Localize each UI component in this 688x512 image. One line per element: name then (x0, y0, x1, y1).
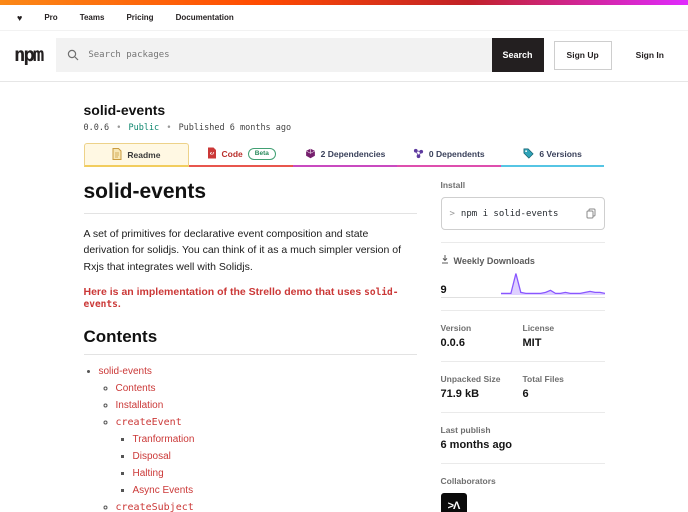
package-name: solid-events (83, 102, 166, 118)
tab-readme[interactable]: Readme (83, 143, 190, 167)
package-sidebar: Install > npm i solid-events Weekly Down… (440, 180, 605, 512)
weekly-downloads-row: 9 (440, 270, 605, 298)
last-publish-value: 6 months ago (440, 439, 513, 451)
toc-item: solid-events Contents Installation createEv… (99, 365, 417, 512)
toc-item: createSubjectcreateAsyncSubjectcreateSub… (116, 501, 417, 512)
toc-link[interactable]: solid-events (99, 366, 152, 377)
last-publish-label: Last publish (440, 425, 491, 435)
toc-link[interactable]: createEvent (116, 417, 182, 428)
search-input[interactable] (56, 38, 492, 72)
license-value: MIT (522, 337, 542, 349)
download-icon (441, 255, 449, 266)
toc-item: createEvent Tranformation Disposal Halting A… (116, 416, 417, 497)
sign-in-button[interactable]: Sign In (625, 40, 674, 70)
prompt-icon: > (449, 208, 455, 219)
npm-logo[interactable]: npm (14, 45, 44, 65)
install-label: Install (440, 180, 466, 190)
search-header: npm Search Sign Up Sign In (0, 31, 688, 82)
package-published: Published 6 months ago (178, 123, 292, 133)
install-command: npm i solid-events (460, 208, 559, 219)
weekly-downloads-value: 9 (440, 284, 447, 296)
package-visibility: Public (128, 123, 160, 133)
toc-item: Async Events (133, 484, 417, 497)
search-form: Search (56, 38, 544, 72)
heart-icon[interactable]: ♥ (17, 13, 22, 23)
toc-link[interactable]: Installation (116, 400, 164, 411)
downloads-sparkline-chart (500, 273, 605, 295)
top-nav: ♥ Pro Teams Pricing Documentation (0, 5, 688, 31)
nav-link-teams[interactable]: Teams (80, 13, 105, 22)
unpacked-size-value: 71.9 kB (440, 388, 480, 400)
readme-description: A set of primitives for declarative even… (83, 228, 402, 273)
table-of-contents: solid-events Contents Installation createEv… (84, 365, 417, 512)
version-value: 0.0.6 (440, 337, 465, 349)
dependencies-cube-icon (305, 148, 316, 161)
tab-code[interactable]: Code Beta (189, 143, 294, 167)
code-file-icon (207, 147, 217, 161)
toc-link[interactable]: Tranformation (133, 434, 195, 445)
toc-item: Contents (116, 382, 417, 395)
readme-file-icon (112, 147, 122, 162)
dependents-network-icon (413, 148, 424, 161)
sign-up-button[interactable]: Sign Up (553, 40, 612, 70)
toc-item: Disposal (133, 450, 417, 463)
versions-tag-icon (523, 148, 534, 161)
license-label: License (522, 323, 555, 333)
nav-link-pricing[interactable]: Pricing (126, 13, 153, 22)
package-version: 0.0.6 (83, 123, 110, 133)
toc-item: Installation (116, 399, 417, 412)
tab-dependencies[interactable]: 2 Dependencies (293, 143, 397, 167)
collaborators-label: Collaborators (440, 476, 496, 486)
toc-link[interactable]: Async Events (133, 485, 194, 496)
toc-link[interactable]: Disposal (133, 451, 171, 462)
toc-item: Halting (133, 467, 417, 480)
nav-link-documentation[interactable]: Documentation (176, 13, 234, 22)
toc-link[interactable]: Contents (116, 383, 156, 394)
weekly-downloads-label: Weekly Downloads (453, 255, 535, 266)
toc-link[interactable]: createSubject (116, 502, 194, 512)
total-files-value: 6 (522, 388, 529, 400)
search-icon (67, 48, 79, 66)
total-files-label: Total Files (522, 374, 564, 384)
contents-heading: Contents (83, 327, 417, 355)
unpacked-size-label: Unpacked Size (440, 374, 501, 384)
copy-icon[interactable] (586, 204, 596, 223)
install-command-box[interactable]: > npm i solid-events (440, 197, 605, 230)
toc-link[interactable]: Halting (133, 468, 164, 479)
nav-link-pro[interactable]: Pro (44, 13, 57, 22)
readme-pane: solid-events A set of primitives for dec… (83, 180, 417, 512)
readme-strello-link: Here is an implementation of the Strello… (83, 285, 399, 310)
search-button[interactable]: Search (491, 38, 544, 72)
tab-bar: Readme Code Beta 2 Dependencies 0 Depend… (83, 143, 605, 167)
strello-demo-link[interactable]: Here is an implementation of the Strello… (84, 286, 362, 298)
collaborator-avatar[interactable]: >Λ (440, 493, 467, 512)
tab-dependents[interactable]: 0 Dependents (396, 143, 501, 167)
readme-title: solid-events (83, 180, 417, 214)
beta-badge: Beta (247, 148, 276, 160)
tab-versions[interactable]: 6 Versions (500, 143, 605, 167)
package-meta: 0.0.6 • Public • Published 6 months ago (83, 123, 292, 133)
version-label: Version (440, 323, 472, 333)
toc-item: Tranformation (133, 433, 417, 446)
